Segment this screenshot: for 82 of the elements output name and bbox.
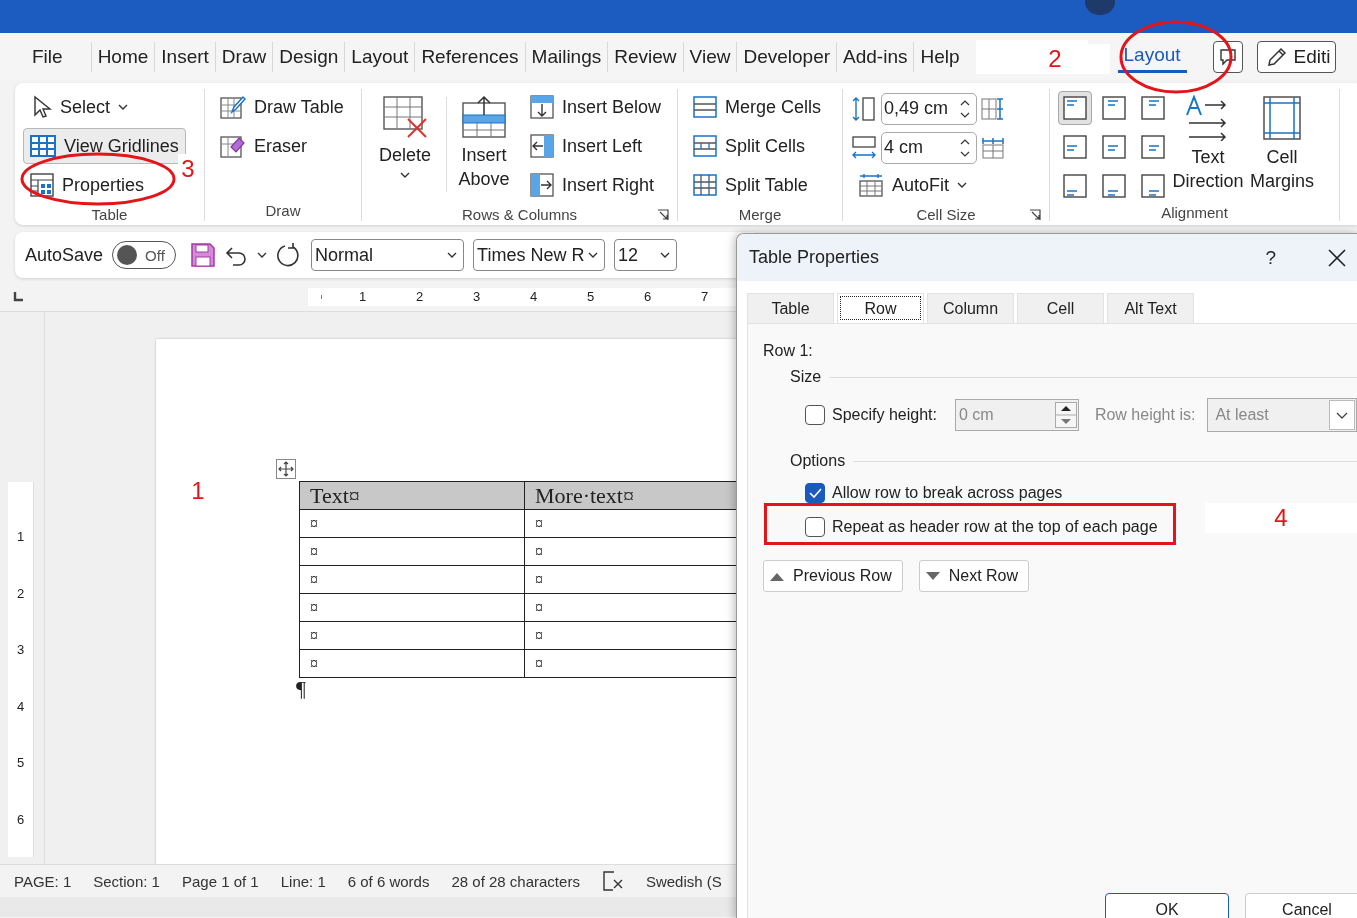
section-heading: Size <box>790 368 822 386</box>
menu-tab[interactable]: File <box>26 41 69 72</box>
group-label: Merge <box>738 206 782 223</box>
ruler-number: 3 <box>16 642 25 659</box>
status-item[interactable]: Line: 1 <box>280 872 326 890</box>
menu-tab[interactable]: View <box>682 41 737 72</box>
annotation-number: 4 <box>1205 503 1357 533</box>
autofit-button[interactable]: AutoFit <box>851 167 975 203</box>
option-checkbox[interactable]: Repeat as header row at the top of each page <box>805 516 1158 538</box>
specify-height-checkbox[interactable]: Specify height: <box>805 405 937 425</box>
dialog-tab[interactable]: Table <box>747 293 834 323</box>
status-item[interactable]: 6 of 6 words <box>347 872 430 890</box>
language-status[interactable]: Swedish (S <box>645 872 722 890</box>
menu-tab[interactable]: Add-ins <box>836 41 914 72</box>
eraser-button[interactable]: Eraser <box>213 128 314 164</box>
group-label: Cell Size <box>916 206 976 223</box>
menu-tab[interactable]: Insert <box>154 41 215 72</box>
dialog-tab[interactable]: Alt Text <box>1107 293 1194 323</box>
table-cell: ¤ <box>299 509 525 538</box>
menu-tab[interactable]: Review <box>607 41 683 72</box>
draw-table-button[interactable]: Draw Table <box>213 89 351 125</box>
style-dropdown[interactable]: Normal <box>311 239 465 271</box>
menu-tab[interactable]: Mailings <box>524 41 608 72</box>
dialog-button[interactable]: OK <box>1105 893 1229 918</box>
vertical-ruler[interactable]: 1 2 3 4 5 6 <box>8 482 34 857</box>
menu-tab[interactable]: Design <box>272 41 345 72</box>
dialog-button[interactable]: Cancel <box>1245 893 1357 918</box>
insert-below-button[interactable]: Insert Below <box>523 89 669 125</box>
row-height-field[interactable]: 0,49 cm <box>881 92 977 125</box>
table-cell: ¤ <box>299 537 525 566</box>
insert-above-button[interactable]: Insert Above <box>453 89 515 191</box>
status-item[interactable]: 28 of 28 characters <box>451 872 580 890</box>
paragraph-mark: ¶ <box>296 678 307 700</box>
merge-button[interactable]: Split Cells <box>686 128 813 164</box>
delete-button[interactable]: Delete <box>370 89 440 179</box>
column-width-field[interactable]: 4 cm <box>881 131 977 164</box>
group-label: Table <box>91 206 128 223</box>
dialog-tab[interactable]: Column <box>927 293 1014 323</box>
editing-button[interactable]: Editi <box>1256 40 1336 73</box>
insert-left-button[interactable]: Insert Left <box>523 128 650 164</box>
group-label: Draw <box>265 201 301 219</box>
group-label: Alignment <box>1161 203 1228 221</box>
ruler-number: 4 <box>16 698 25 716</box>
status-item[interactable]: Page 1 of 1 <box>181 872 259 890</box>
table-cell: ¤ <box>299 649 525 678</box>
dialog-tab[interactable]: Row <box>837 293 924 323</box>
row-nav-button[interactable]: Next Row <box>918 560 1030 592</box>
text-direction-button[interactable]: Text Direction <box>1170 89 1246 193</box>
menu-tab[interactable]: Layout <box>344 41 415 72</box>
row-height-label: Row height is: <box>1094 406 1196 424</box>
autosave-label: AutoSave <box>25 244 104 266</box>
cell-margins-button[interactable]: Cell Margins <box>1246 89 1318 193</box>
font-dropdown[interactable]: Times New R <box>473 239 606 271</box>
table-cell: ¤ <box>299 621 525 650</box>
status-item[interactable]: PAGE: 1 <box>14 872 72 890</box>
dialog-tab[interactable]: Cell <box>1017 293 1104 323</box>
ruler-number: 2 <box>16 585 25 603</box>
table-header-cell: Text¤ <box>299 481 525 510</box>
option-checkbox[interactable]: Allow row to break across pages <box>805 482 1063 504</box>
help-button[interactable]: ? <box>1265 246 1276 269</box>
menu-tab[interactable]: Developer <box>736 41 837 72</box>
ruler-number: 6 <box>16 811 25 829</box>
merge-button[interactable]: Merge Cells <box>686 89 829 125</box>
insert-right-button[interactable]: Insert Right <box>523 167 662 203</box>
group-label: Rows & Columns <box>461 206 577 223</box>
menu-tab[interactable]: Draw <box>214 41 273 72</box>
ruler-number: 5 <box>16 755 25 772</box>
menu-tab[interactable]: Home <box>90 41 155 72</box>
menu-tab[interactable]: Help <box>913 41 966 72</box>
section-heading: Options <box>790 452 846 470</box>
select-button[interactable]: Select <box>23 89 136 125</box>
row-label: Row 1: <box>763 342 813 360</box>
row-nav-button[interactable]: Previous Row <box>763 560 903 592</box>
menu-tab[interactable]: References <box>414 41 525 72</box>
table-cell: ¤ <box>299 565 525 594</box>
status-item[interactable]: Section: 1 <box>93 872 160 890</box>
ruler-number: 1 <box>16 529 25 546</box>
dialog-title: Table Properties <box>749 247 881 268</box>
merge-button[interactable]: Split Table <box>686 167 815 203</box>
table-cell: ¤ <box>299 593 525 622</box>
horizontal-ruler[interactable]: 1 2 3 4 5 6 7 <box>308 287 738 306</box>
font-size-dropdown[interactable]: 12 <box>614 239 678 271</box>
